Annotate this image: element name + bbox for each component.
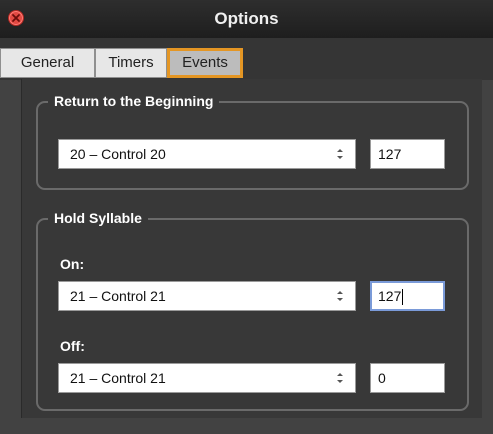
- events-panel: Return to the Beginning 20 – Control 20 …: [21, 79, 482, 418]
- up-down-chevron-icon: [337, 149, 343, 159]
- options-window: Options General Timers Events Return to …: [0, 0, 493, 434]
- hold-on-select-value: 21 – Control 21: [70, 288, 166, 304]
- off-label: Off:: [60, 338, 85, 354]
- up-down-chevron-icon: [337, 291, 343, 301]
- up-down-chevron-icon: [337, 373, 343, 383]
- return-control-select-value: 20 – Control 20: [70, 146, 166, 162]
- text-caret: [402, 289, 404, 306]
- hold-off-value-text: 0: [378, 370, 386, 386]
- hold-group-title: Hold Syllable: [48, 209, 148, 227]
- return-group-title: Return to the Beginning: [48, 92, 220, 110]
- return-value-text: 127: [378, 146, 402, 162]
- on-label: On:: [60, 256, 85, 272]
- return-value-field[interactable]: 127: [370, 139, 445, 169]
- hold-off-select-value: 21 – Control 21: [70, 370, 166, 386]
- return-control-select[interactable]: 20 – Control 20: [58, 139, 356, 169]
- hold-on-value-field[interactable]: 127: [370, 281, 445, 311]
- hold-off-value-field[interactable]: 0: [370, 363, 445, 393]
- hold-on-value-text: 127: [378, 288, 402, 304]
- window-title: Options: [214, 9, 279, 28]
- hold-on-control-select[interactable]: 21 – Control 21: [58, 281, 356, 311]
- tab-timers[interactable]: Timers: [95, 48, 167, 78]
- title-bar: Options: [0, 0, 493, 39]
- tab-events[interactable]: Events: [167, 48, 243, 78]
- tab-general[interactable]: General: [0, 48, 95, 78]
- hold-off-control-select[interactable]: 21 – Control 21: [58, 363, 356, 393]
